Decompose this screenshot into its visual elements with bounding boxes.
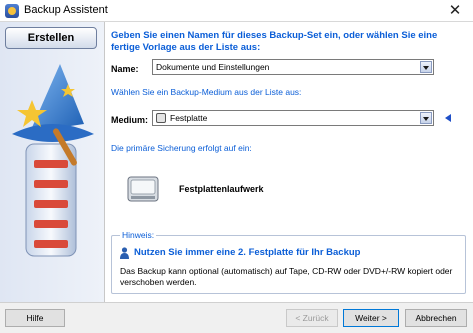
hint-title: Hinweis: [120, 230, 157, 240]
tab-erstellen[interactable]: Erstellen [5, 27, 97, 49]
sidebar: Erstellen [0, 22, 104, 302]
help-button[interactable]: Hilfe [5, 309, 65, 327]
name-value: Dokumente und Einstellungen [156, 62, 270, 72]
user-icon [120, 247, 129, 259]
button-bar: Hilfe < Zurück Weiter > Abbrechen [0, 302, 473, 333]
wizard-hat-icon [12, 64, 94, 257]
main-panel: Geben Sie einen Namen für dieses Backup-… [104, 22, 473, 302]
hard-drive-icon [156, 113, 166, 123]
hint-body: Das Backup kann optional (automatisch) a… [120, 266, 453, 287]
next-button[interactable]: Weiter > [343, 309, 399, 327]
chevron-down-icon[interactable] [420, 61, 432, 73]
primary-backup-text: Die primäre Sicherung erfolgt auf ein: [111, 143, 252, 153]
medium-value: Festplatte [170, 113, 208, 123]
name-label: Name: [111, 64, 139, 74]
page-headline: Geben Sie einen Namen für dieses Backup-… [111, 30, 438, 53]
close-icon[interactable]: ✕ [439, 0, 471, 21]
hard-drive-icon [127, 176, 159, 202]
name-combobox[interactable]: Dokumente und Einstellungen [152, 59, 434, 75]
drive-label: Festplattenlaufwerk [179, 184, 264, 194]
hint-box: Hinweis: Nutzen Sie immer eine 2. Festpl… [111, 230, 466, 294]
medium-label: Medium: [111, 115, 148, 125]
medium-combobox[interactable]: Festplatte [152, 110, 434, 126]
app-icon [5, 4, 19, 18]
cancel-button[interactable]: Abbrechen [405, 309, 467, 327]
medium-prompt: Wählen Sie ein Backup-Medium aus der Lis… [111, 87, 302, 97]
back-button[interactable]: < Zurück [286, 309, 338, 327]
hint-heading: Nutzen Sie immer eine 2. Festplatte für … [134, 247, 361, 258]
title-bar: Backup Assistent ✕ [0, 0, 473, 22]
window-title: Backup Assistent [24, 4, 108, 16]
chevron-down-icon[interactable] [420, 112, 432, 124]
arrow-left-icon [445, 114, 451, 122]
